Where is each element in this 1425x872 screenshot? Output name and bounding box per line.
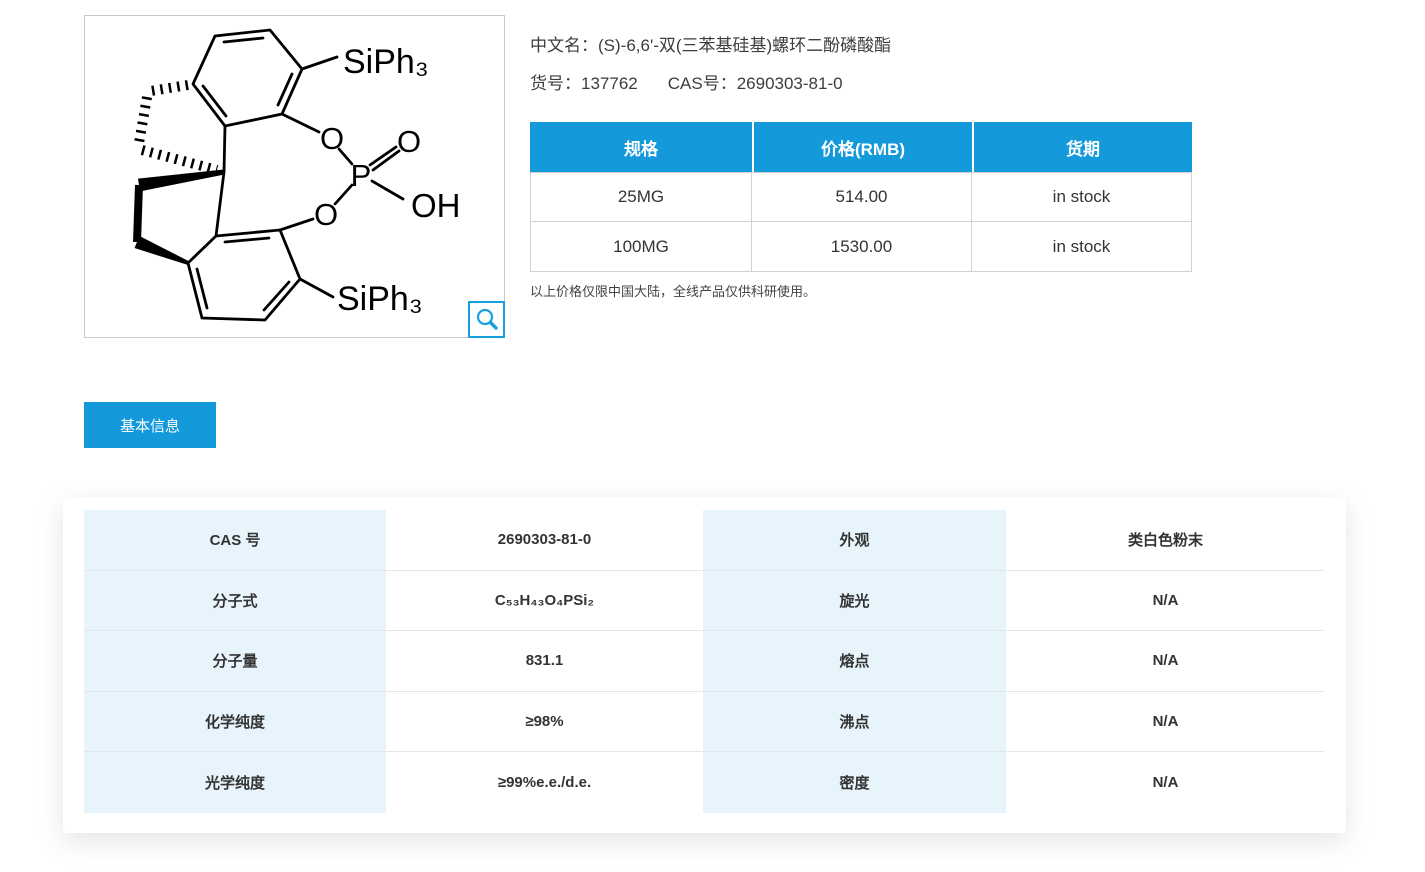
info-label: 光学纯度 xyxy=(84,752,387,813)
info-row: 分子式 C₅₃H₄₃O₄PSi₂ 旋光 N/A xyxy=(84,571,1325,632)
info-value: 831.1 xyxy=(387,631,703,692)
product-name: (S)-6,6'-双(三苯基硅基)螺环二酚磷酸酯 xyxy=(598,36,891,55)
info-label: 化学纯度 xyxy=(84,692,387,753)
molecule-structure: SiPh₃ SiPh₃ O O P OH O xyxy=(85,16,504,337)
o-bottom-label: O xyxy=(314,197,338,232)
price-cell: 1530.00 xyxy=(752,222,972,272)
price-row: 100MG 1530.00 in stock xyxy=(530,222,1192,272)
o-top-label: O xyxy=(320,121,344,156)
info-value: N/A xyxy=(1007,571,1325,632)
basic-info-card: CAS 号 2690303-81-0 外观 类白色粉末 分子式 C₅₃H₄₃O₄… xyxy=(63,497,1346,833)
info-value: ≥98% xyxy=(387,692,703,753)
info-value: N/A xyxy=(1007,752,1325,813)
cas-label: CAS号： xyxy=(668,74,737,93)
stock-cell: in stock xyxy=(972,222,1192,272)
structure-image-box: SiPh₃ SiPh₃ O O P OH O xyxy=(84,15,505,338)
info-row: 分子量 831.1 熔点 N/A xyxy=(84,631,1325,692)
wedge-stereo-bonds xyxy=(135,170,225,265)
info-value: ≥99%e.e./d.e. xyxy=(387,752,703,813)
info-label: 熔点 xyxy=(703,631,1007,692)
info-label: 旋光 xyxy=(703,571,1007,632)
spec-cell: 100MG xyxy=(530,222,752,272)
siph3-bottom-label: SiPh₃ xyxy=(337,280,423,318)
price-disclaimer: 以上价格仅限中国大陆，全线产品仅供科研使用。 xyxy=(530,281,816,300)
price-table: 规格 价格(RMB) 货期 25MG 514.00 in stock 100MG… xyxy=(530,122,1192,272)
info-value: C₅₃H₄₃O₄PSi₂ xyxy=(387,571,703,632)
price-row: 25MG 514.00 in stock xyxy=(530,172,1192,222)
zoom-structure-button[interactable] xyxy=(468,301,505,338)
spec-cell: 25MG xyxy=(530,172,752,222)
stock-header: 货期 xyxy=(972,122,1192,172)
info-value: 类白色粉末 xyxy=(1007,510,1325,571)
info-label: 分子量 xyxy=(84,631,387,692)
basic-info-table: CAS 号 2690303-81-0 外观 类白色粉末 分子式 C₅₃H₄₃O₄… xyxy=(84,510,1325,813)
item-no-label: 货号： xyxy=(530,74,581,93)
info-row: 化学纯度 ≥98% 沸点 N/A xyxy=(84,692,1325,753)
product-page: SiPh₃ SiPh₃ O O P OH O 中文名：(S)-6,6'-双(三苯… xyxy=(0,0,1425,872)
price-header-row: 规格 价格(RMB) 货期 xyxy=(530,122,1192,172)
product-name-line: 中文名：(S)-6,6'-双(三苯基硅基)螺环二酚磷酸酯 xyxy=(530,31,891,56)
product-ids-line: 货号：137762 CAS号：2690303-81-0 xyxy=(530,69,843,94)
o-double-label: O xyxy=(397,124,421,159)
item-no: 137762 xyxy=(581,74,638,93)
magnifier-icon xyxy=(474,307,500,333)
info-row: 光学纯度 ≥99%e.e./d.e. 密度 N/A xyxy=(84,752,1325,813)
siph3-top-label: SiPh₃ xyxy=(343,43,429,81)
info-row: CAS 号 2690303-81-0 外观 类白色粉末 xyxy=(84,510,1325,571)
info-label: CAS 号 xyxy=(84,510,387,571)
info-label: 外观 xyxy=(703,510,1007,571)
product-name-label: 中文名： xyxy=(530,36,598,55)
spec-header: 规格 xyxy=(530,122,752,172)
oh-label: OH xyxy=(411,187,461,224)
info-label: 分子式 xyxy=(84,571,387,632)
hash-stereo-bonds xyxy=(139,85,217,170)
atom-labels: SiPh₃ SiPh₃ O O P OH O xyxy=(314,43,461,318)
info-value: N/A xyxy=(1007,692,1325,753)
price-cell: 514.00 xyxy=(752,172,972,222)
cas-number: 2690303-81-0 xyxy=(737,74,843,93)
tab-basic-info[interactable]: 基本信息 xyxy=(84,402,216,448)
info-value: N/A xyxy=(1007,631,1325,692)
info-value: 2690303-81-0 xyxy=(387,510,703,571)
p-label: P xyxy=(351,158,372,193)
wedge-stereo-bond-mid xyxy=(137,185,139,242)
info-label: 沸点 xyxy=(703,692,1007,753)
stock-cell: in stock xyxy=(972,172,1192,222)
info-label: 密度 xyxy=(703,752,1007,813)
price-header: 价格(RMB) xyxy=(752,122,972,172)
